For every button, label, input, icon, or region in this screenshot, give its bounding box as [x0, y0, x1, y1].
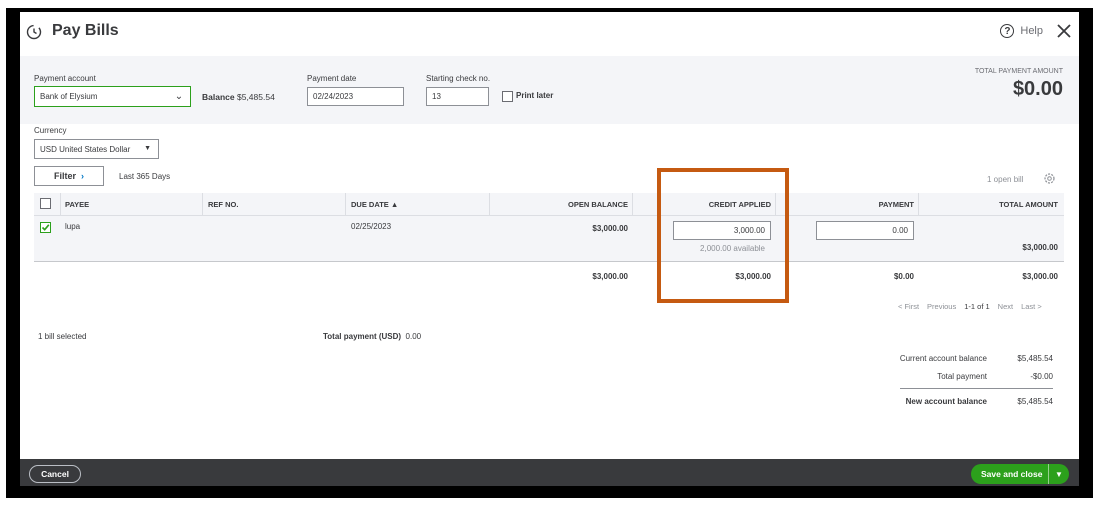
history-icon — [26, 24, 42, 40]
print-later-label: Print later — [516, 91, 554, 100]
total-payment-amount-label: TOTAL PAYMENT AMOUNT — [974, 68, 1063, 75]
total-payment-summary: Total payment (USD) 0.00 — [323, 332, 422, 341]
current-balance-value: $5,485.54 — [1017, 354, 1053, 363]
total-open-balance: $3,000.00 — [592, 272, 628, 281]
cancel-button[interactable]: Cancel — [29, 465, 81, 483]
new-balance-value: $5,485.54 — [1017, 397, 1053, 406]
filter-button[interactable]: Filter › — [34, 166, 104, 186]
row-payee: lupa — [65, 222, 81, 231]
sort-asc-icon: ▲ — [390, 200, 399, 209]
checkmark-icon — [41, 224, 50, 231]
close-icon[interactable] — [1055, 22, 1073, 40]
next-page-link[interactable]: Next — [998, 302, 1013, 311]
total-payment-column: $0.00 — [893, 272, 914, 281]
pagination: < First Previous 1-1 of 1 Next Last > — [898, 302, 1042, 311]
total-payment-amount: $0.00 — [1012, 78, 1063, 100]
column-payment[interactable]: PAYMENT — [800, 200, 914, 209]
save-and-close-label: Save and close — [981, 469, 1043, 479]
save-options-dropdown[interactable]: ▼ — [1048, 464, 1069, 484]
help-label: Help — [1020, 25, 1043, 37]
pay-bills-dialog: Pay Bills ? Help Payment account Bank of… — [20, 12, 1079, 486]
filter-range: Last 365 Days — [119, 172, 171, 181]
dialog-footer — [20, 459, 1079, 486]
payment-date-label: Payment date — [307, 74, 357, 83]
summary-divider — [900, 388, 1053, 389]
credit-applied-highlight — [657, 168, 789, 303]
currency-label: Currency — [34, 126, 67, 135]
column-total-amount[interactable]: TOTAL AMOUNT — [920, 200, 1058, 209]
filter-label: Filter — [53, 171, 76, 181]
total-payment-label: Total payment — [937, 372, 987, 381]
payment-account-select[interactable]: Bank of Elysium ⌄ — [34, 86, 191, 107]
currency-select[interactable]: USD United States Dollar ▼ — [34, 139, 159, 159]
column-open-balance[interactable]: OPEN BALANCE — [480, 200, 628, 209]
row-open-balance: $3,000.00 — [592, 224, 628, 233]
caret-down-icon: ▼ — [144, 145, 151, 152]
new-balance-label: New account balance — [905, 397, 987, 406]
chevron-down-icon: ⌄ — [174, 91, 184, 102]
save-and-close-button[interactable]: Save and close ▼ — [971, 464, 1069, 484]
page-range: 1-1 of 1 — [964, 302, 990, 311]
print-later-checkbox[interactable] — [502, 91, 513, 102]
dialog-title: Pay Bills — [52, 22, 119, 39]
row-checkbox[interactable] — [40, 222, 51, 233]
column-due-date[interactable]: DUE DATE ▲ — [351, 200, 398, 209]
chevron-right-icon: › — [81, 171, 85, 181]
payment-account-label: Payment account — [34, 74, 96, 83]
help-button[interactable]: ? Help — [1000, 24, 1043, 38]
select-all-checkbox[interactable] — [40, 198, 51, 209]
payment-account-value: Bank of Elysium — [40, 92, 98, 101]
payment-date-input[interactable]: 02/24/2023 — [307, 87, 404, 106]
current-balance-label: Current account balance — [899, 354, 987, 363]
starting-check-input[interactable]: 13 — [426, 87, 489, 106]
first-page-link[interactable]: < First — [898, 302, 919, 311]
previous-page-link[interactable]: Previous — [927, 302, 956, 311]
total-payment-row-value: -$0.00 — [1030, 372, 1053, 381]
row-total-amount: $3,000.00 — [1022, 243, 1058, 252]
bills-selected: 1 bill selected — [38, 332, 87, 341]
column-payee[interactable]: PAYEE — [65, 200, 89, 209]
balance-display: Balance $5,485.54 — [202, 92, 275, 102]
starting-check-label: Starting check no. — [426, 74, 491, 83]
help-icon: ? — [1000, 24, 1015, 38]
row-due-date: 02/25/2023 — [351, 222, 392, 231]
column-ref-no[interactable]: REF NO. — [208, 200, 238, 209]
currency-value: USD United States Dollar — [40, 144, 131, 154]
total-amount-column: $3,000.00 — [1022, 272, 1058, 281]
payment-input[interactable]: 0.00 — [816, 221, 914, 240]
open-bills-count: 1 open bill — [987, 175, 1024, 184]
gear-icon[interactable] — [1043, 172, 1056, 185]
last-page-link[interactable]: Last > — [1021, 302, 1042, 311]
